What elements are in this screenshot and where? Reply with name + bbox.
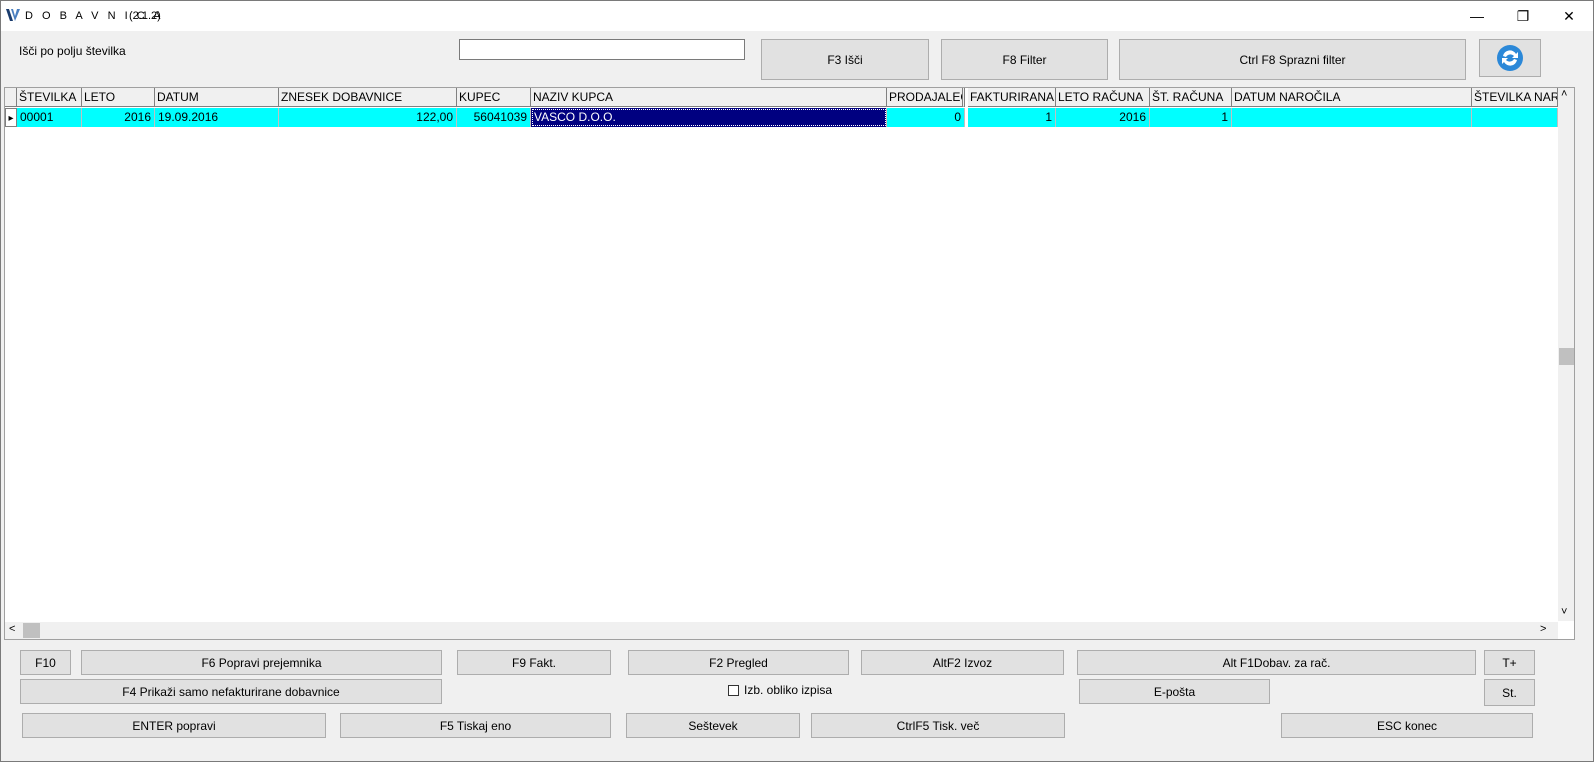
t-plus-button[interactable]: T+ (1484, 650, 1535, 675)
print-format-checkbox[interactable] (728, 685, 739, 696)
export-button[interactable]: AltF2 Izvoz (861, 650, 1064, 675)
print-multiple-button[interactable]: CtrlF5 Tisk. več (811, 713, 1065, 738)
enter-edit-button[interactable]: ENTER popravi (22, 713, 326, 738)
delivery-to-invoice-button[interactable]: Alt F1Dobav. za rač. (1077, 650, 1476, 675)
sum-button[interactable]: Seštevek (626, 713, 800, 738)
print-format-label: Izb. obliko izpisa (744, 683, 833, 697)
cell-st-racuna[interactable]: 1 (1150, 108, 1232, 127)
close-icon: ✕ (1563, 7, 1575, 24)
cell-prodajalec[interactable]: 0 (887, 108, 965, 127)
column-header-leto[interactable]: LETO (82, 88, 155, 107)
column-header-datum[interactable]: DATUM (155, 88, 279, 107)
horizontal-scrollbar[interactable]: < > (5, 622, 1558, 639)
vertical-scroll-thumb[interactable] (1559, 348, 1574, 365)
restore-icon: ❐ (1516, 7, 1530, 24)
show-uninvoiced-button[interactable]: F4 Prikaži samo nefakturirane dobavnice (20, 679, 442, 704)
f10-button[interactable]: F10 (20, 650, 71, 675)
column-header-fakturirana[interactable]: FAKTURIRANA (968, 88, 1056, 107)
cell-fakturirana[interactable]: 1 (968, 108, 1056, 127)
print-one-button[interactable]: F5 Tiskaj eno (340, 713, 611, 738)
refresh-button[interactable] (1479, 39, 1541, 77)
column-header-stevilka[interactable]: ŠTEVILKA (17, 88, 82, 107)
refresh-icon (1497, 45, 1523, 71)
app-logo-icon (6, 9, 20, 21)
search-label: Išči po polju številka (19, 44, 126, 58)
close-button[interactable]: ✕ (1546, 1, 1592, 31)
cell-leto[interactable]: 2016 (82, 108, 155, 127)
app-window: D O B A V N I C A (2.1.2) — ❐ ✕ Išči po … (0, 0, 1594, 762)
column-header-znesek-dobavnice[interactable]: ZNESEK DOBAVNICE (279, 88, 457, 107)
exit-button[interactable]: ESC konec (1281, 713, 1533, 738)
cell-znesek[interactable]: 122,00 (279, 108, 457, 127)
find-button[interactable]: F3 Išči (761, 39, 929, 80)
cell-datum-narocila[interactable] (1232, 108, 1472, 127)
minimize-button[interactable]: — (1454, 1, 1500, 31)
data-grid[interactable]: ŠTEVILKA LETO DATUM ZNESEK DOBAVNICE KUP… (4, 87, 1575, 640)
email-button[interactable]: E-pošta (1079, 679, 1270, 704)
clear-filter-button[interactable]: Ctrl F8 Sprazni filter (1119, 39, 1466, 80)
column-header-st-racuna[interactable]: ŠT. RAČUNA (1150, 88, 1232, 107)
horizontal-scroll-thumb[interactable] (23, 623, 40, 638)
column-header-kupec[interactable]: KUPEC (457, 88, 531, 107)
cell-stevilka[interactable]: 00001 (17, 108, 82, 127)
scroll-left-icon[interactable]: < (9, 623, 15, 635)
st-button[interactable]: St. (1484, 679, 1535, 706)
preview-button[interactable]: F2 Pregled (628, 650, 849, 675)
invoice-button[interactable]: F9 Fakt. (457, 650, 611, 675)
row-indicator-header (5, 88, 17, 107)
scroll-right-icon[interactable]: > (1540, 623, 1546, 635)
edit-recipient-button[interactable]: F6 Popravi prejemnika (81, 650, 442, 675)
search-input[interactable] (459, 39, 745, 60)
filter-button[interactable]: F8 Filter (941, 39, 1108, 80)
row-indicator-icon: ▸ (5, 108, 17, 127)
cell-naziv-kupca[interactable]: VASCO D.O.O. (531, 108, 887, 127)
cell-datum[interactable]: 19.09.2016 (155, 108, 279, 127)
restore-button[interactable]: ❐ (1500, 1, 1546, 31)
vertical-scrollbar[interactable]: ˄ ˅ (1558, 88, 1574, 621)
scroll-down-icon[interactable]: ˅ (1561, 606, 1567, 618)
column-header-stevilka-narocila[interactable]: ŠTEVILKA NAROČILA (1472, 88, 1558, 107)
cell-leto-racuna[interactable]: 2016 (1056, 108, 1150, 127)
column-header-leto-racuna[interactable]: LETO RAČUNA (1056, 88, 1150, 107)
title-bar: D O B A V N I C A (2.1.2) — ❐ ✕ (1, 1, 1593, 31)
cell-kupec[interactable]: 56041039 (457, 108, 531, 127)
window-version: (2.1.2) (129, 10, 161, 22)
column-header-datum-narocila[interactable]: DATUM NAROČILA (1232, 88, 1472, 107)
cell-stevilka-narocila[interactable] (1472, 108, 1558, 127)
scroll-up-icon[interactable]: ˄ (1561, 88, 1567, 100)
column-header-prodajalec[interactable]: PRODAJALEC (887, 88, 965, 107)
column-header-naziv-kupca[interactable]: NAZIV KUPCA (531, 88, 887, 107)
minimize-icon: — (1470, 8, 1484, 24)
